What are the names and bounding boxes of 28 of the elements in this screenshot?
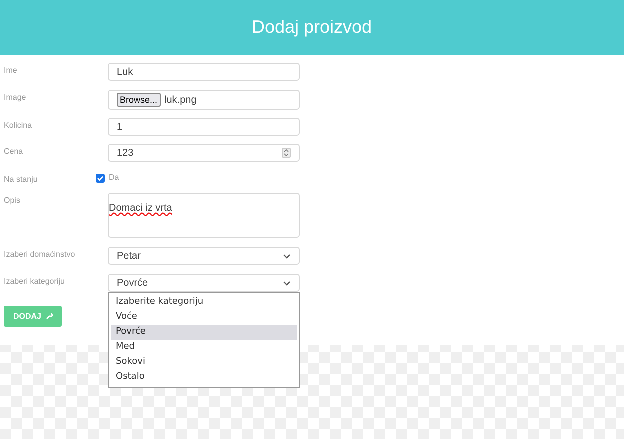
field-label: Izaberi domaćinstvo — [4, 249, 76, 261]
spinner-icon[interactable] — [282, 148, 291, 158]
page-title: Dodaj proizvod — [252, 16, 372, 39]
description-field[interactable]: Domaci iz vrta — [108, 193, 300, 238]
dropdown-option[interactable]: Voće — [111, 310, 297, 325]
dropdown-option[interactable]: Izaberite kategoriju — [111, 295, 297, 310]
field-label: Izaberi kategoriju — [4, 276, 66, 288]
chevron-icon — [283, 254, 291, 258]
dropdown-option[interactable]: Ostalo — [111, 370, 297, 385]
field-label: Kolicina — [4, 120, 34, 132]
checkbox-label: Da — [109, 172, 120, 184]
dropdown-option[interactable]: Sokovi — [111, 355, 297, 370]
text-field[interactable]: Luk — [108, 63, 300, 81]
field-label: Cena — [4, 146, 24, 158]
chevron-icon — [283, 280, 291, 286]
checkbox[interactable] — [96, 174, 105, 182]
select-field[interactable]: Povrće — [108, 274, 300, 292]
browse-button[interactable]: Browse... — [117, 93, 161, 107]
field-label: Opis — [4, 195, 22, 207]
dropdown-option[interactable]: Med — [111, 340, 297, 355]
text-field[interactable]: 1 — [108, 118, 300, 136]
field-label: Na stanju — [4, 174, 39, 186]
dropdown-option[interactable]: Povrće — [111, 325, 297, 340]
field-label: Ime — [4, 65, 18, 77]
select-field[interactable]: Petar — [108, 247, 300, 265]
field-label: Image — [4, 92, 28, 104]
number-field[interactable]: 123 — [108, 144, 300, 162]
file-name: luk.png — [164, 94, 197, 108]
